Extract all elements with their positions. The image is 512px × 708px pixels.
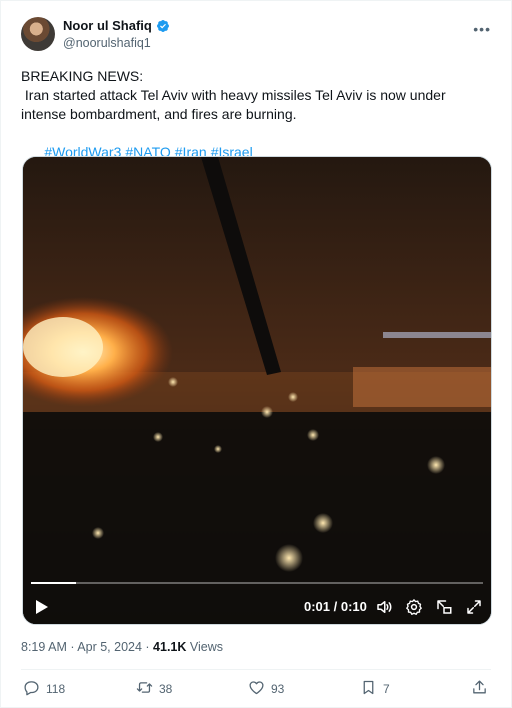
tweet-card: Noor ul Shafiq @noorulshafiq1 ••• BREAKI… [0,0,512,708]
share-icon [471,679,488,699]
views-label: Views [186,640,223,654]
volume-icon[interactable] [375,598,393,616]
progress-fill [31,582,77,584]
meta-separator: · [66,640,78,654]
reply-icon [23,679,40,699]
divider [21,669,491,670]
repost-icon [136,679,153,699]
bookmark-button[interactable]: 7 [360,679,390,699]
play-icon[interactable] [35,599,49,615]
picture-in-picture-icon[interactable] [435,598,453,616]
video-controls: 0:01 / 0:10 [23,595,491,621]
tweet-time[interactable]: 8:19 AM [21,640,67,654]
share-button[interactable] [471,679,488,699]
views-count[interactable]: 41.1K [153,640,186,654]
bookmark-count: 7 [383,682,390,696]
more-icon[interactable]: ••• [473,21,491,37]
bookmark-icon [360,679,377,699]
reply-button[interactable]: 118 [23,679,65,699]
progress-bar[interactable] [31,582,483,584]
settings-icon[interactable] [405,598,423,616]
reply-count: 118 [46,682,66,696]
tweet-line-2: Iran started attack Tel Aviv with heavy … [21,87,450,122]
action-bar: 118 38 93 7 [21,679,491,701]
author-handle[interactable]: @noorulshafiq1 [63,36,151,50]
video-frame [23,157,491,624]
tweet-header: Noor ul Shafiq @noorulshafiq1 ••• [21,17,495,57]
video-time: 0:01 / 0:10 [304,599,367,614]
name-row: Noor ul Shafiq [63,18,170,33]
repost-count: 38 [159,682,173,696]
tweet-line-1: BREAKING NEWS: [21,68,144,84]
video-player[interactable]: 0:01 / 0:10 [22,156,492,625]
repost-button[interactable]: 38 [136,679,172,699]
like-button[interactable]: 93 [248,679,284,699]
tweet-date[interactable]: Apr 5, 2024 [77,640,142,654]
meta-separator: · [141,640,154,654]
like-icon [248,679,265,699]
verified-badge-icon[interactable] [156,19,170,33]
like-count: 93 [271,682,285,696]
tweet-meta: 8:19 AM · Apr 5, 2024 · 41.1K Views [21,640,223,654]
avatar[interactable] [21,17,55,51]
fullscreen-icon[interactable] [465,598,483,616]
display-name[interactable]: Noor ul Shafiq [63,18,152,33]
